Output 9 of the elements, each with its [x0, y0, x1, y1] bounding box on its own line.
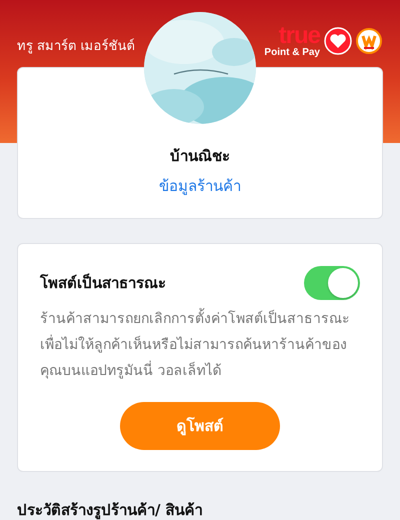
- section-title: ประวัติสร้างรูปร้านค้า/ สินค้า: [17, 500, 204, 520]
- shop-info-link[interactable]: ข้อมูลร้านค้า: [159, 174, 241, 198]
- shop-name: บ้านณิชะ: [170, 146, 230, 167]
- app-title: ทรู สมาร์ต เมอร์ชันต์: [17, 38, 134, 56]
- view-post-button[interactable]: ดูโพสต์: [120, 402, 280, 450]
- logo-wordmark: true: [278, 24, 320, 48]
- public-post-title: โพสต์เป็นสาธารณะ: [40, 272, 166, 294]
- public-post-description: ร้านค้าสามารถยกเลิกการตั้งค่าโพสต์เป็นสาธารณะ เพื่อไม่ให้ลูกค้าเห็นหรือไม่สามารถค้นหาร้านค้าของคุณบนแอปทรูมันนี่ วอลเล็ทได้: [40, 306, 360, 384]
- logo-tagline: Point & Pay: [264, 48, 320, 58]
